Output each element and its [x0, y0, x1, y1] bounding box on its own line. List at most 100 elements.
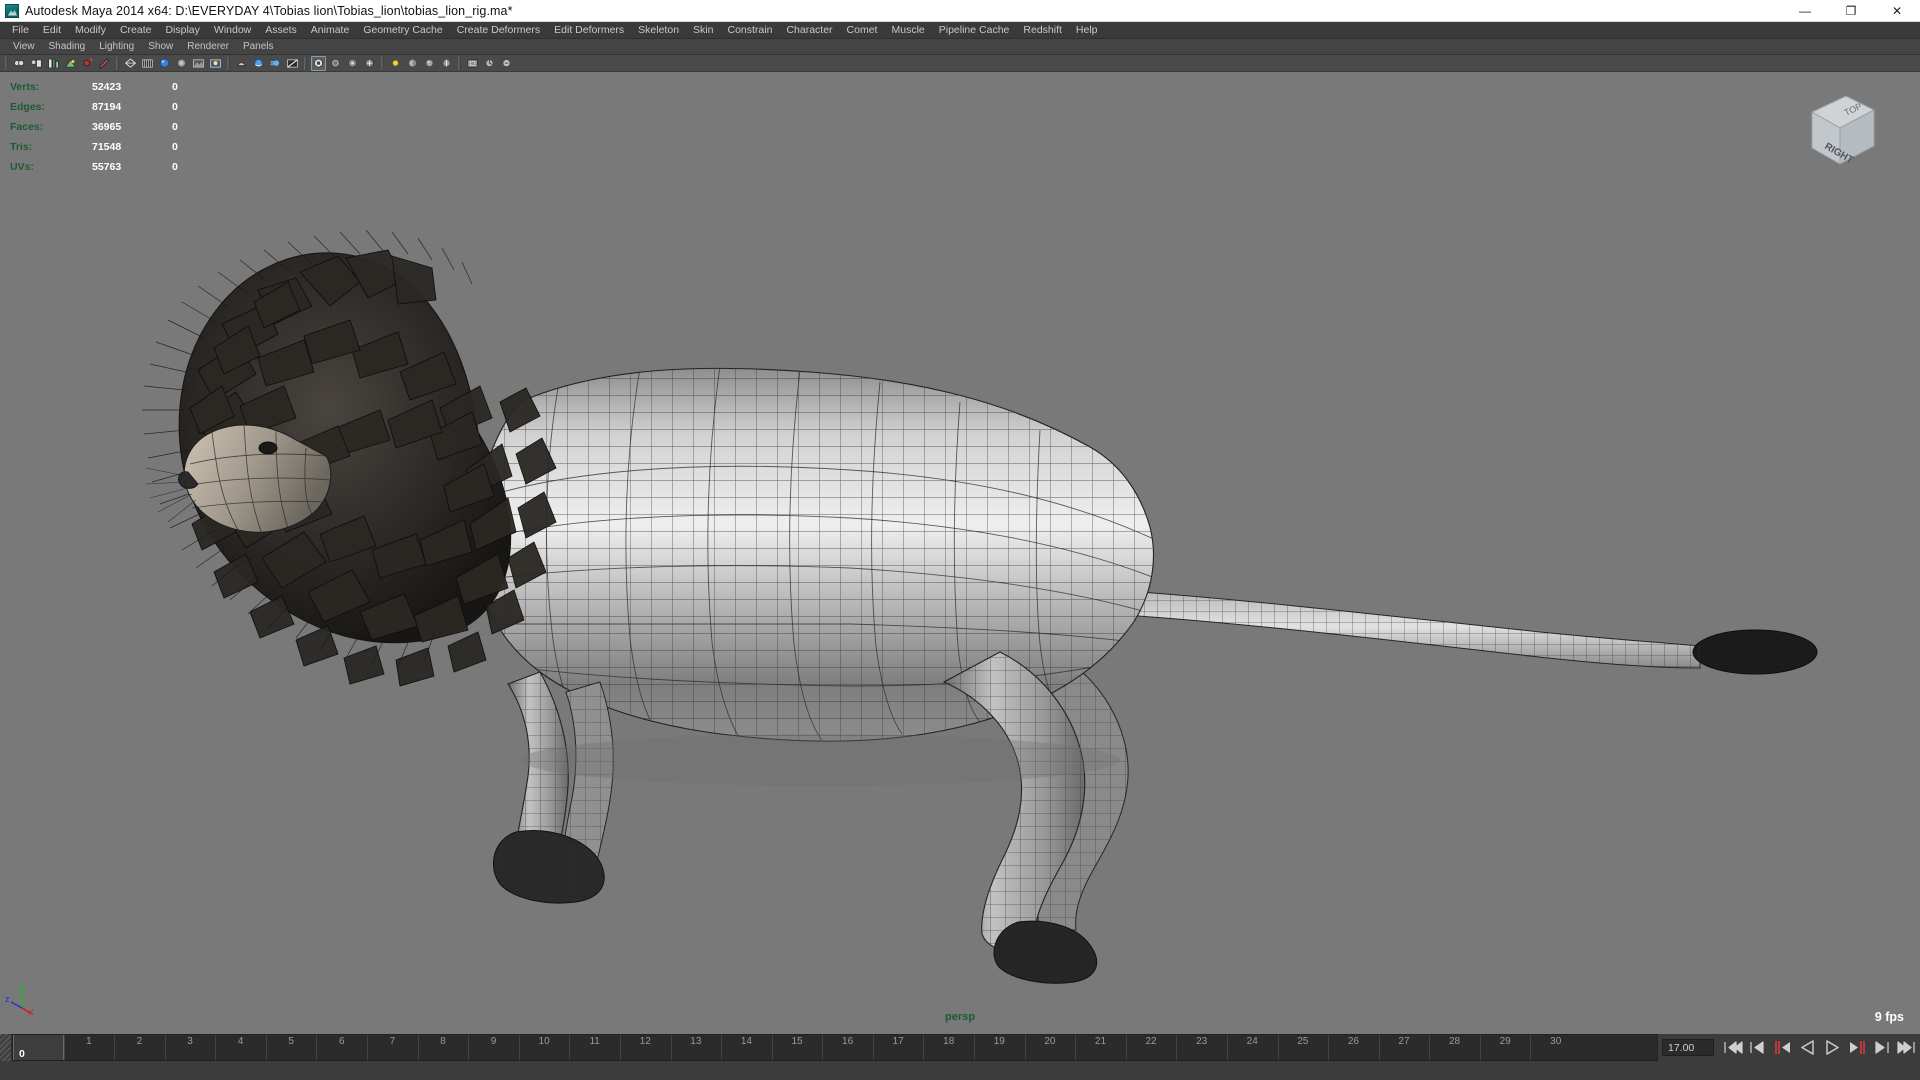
timeline-frame-number: 30 — [1550, 1036, 1561, 1047]
exposure-icon[interactable] — [388, 56, 403, 71]
timeline-tick — [519, 1035, 520, 1061]
menu-item-display[interactable]: Display — [158, 22, 206, 39]
time-slider-grip[interactable] — [0, 1034, 12, 1061]
timeline-tick — [1429, 1035, 1430, 1061]
go-to-end-button[interactable] — [1896, 1038, 1919, 1057]
menu-item-skin[interactable]: Skin — [686, 22, 720, 39]
select-camera-icon[interactable] — [12, 56, 27, 71]
menu-item-file[interactable]: File — [5, 22, 36, 39]
timeline-frame-number: 16 — [842, 1036, 853, 1047]
panel-menu-bar: ViewShadingLightingShowRendererPanels — [0, 39, 1920, 55]
color-management-icon[interactable] — [439, 56, 454, 71]
time-slider[interactable]: 0123456789101112131415161718192021222324… — [12, 1034, 1658, 1061]
play-forwards-button[interactable] — [1821, 1038, 1844, 1057]
timeline-frame-number: 17 — [893, 1036, 904, 1047]
menu-item-edit-deformers[interactable]: Edit Deformers — [547, 22, 631, 39]
fps-indicator: 9 fps — [1875, 1010, 1904, 1024]
bookmark-icon[interactable] — [46, 56, 61, 71]
timeline-frame-number: 13 — [690, 1036, 701, 1047]
timeline-frame-number: 2 — [137, 1036, 143, 1047]
shadows-icon[interactable] — [234, 56, 249, 71]
step-forward-key-button[interactable] — [1846, 1038, 1869, 1057]
menu-item-create[interactable]: Create — [113, 22, 159, 39]
gamma-icon[interactable] — [405, 56, 420, 71]
step-back-frame-button[interactable] — [1746, 1038, 1769, 1057]
ipr-render-icon[interactable] — [482, 56, 497, 71]
menu-item-modify[interactable]: Modify — [68, 22, 113, 39]
menu-item-constrain[interactable]: Constrain — [720, 22, 779, 39]
multisample-aa-icon[interactable] — [285, 56, 300, 71]
smooth-shade-all-icon[interactable] — [140, 56, 155, 71]
camera-attributes-icon[interactable] — [29, 56, 44, 71]
poly-count-row: Tris:715480 — [10, 137, 227, 157]
timeline-tick — [114, 1035, 115, 1061]
timeline-frame-number: 29 — [1500, 1036, 1511, 1047]
screen-space-ao-icon[interactable] — [251, 56, 266, 71]
timeline-frame-number: 24 — [1247, 1036, 1258, 1047]
title-bar: Autodesk Maya 2014 x64: D:\EVERYDAY 4\To… — [0, 0, 1920, 22]
menu-item-comet[interactable]: Comet — [840, 22, 885, 39]
xray-active-components-icon[interactable] — [362, 56, 377, 71]
wireframe-shading-icon[interactable] — [123, 56, 138, 71]
go-to-start-button[interactable] — [1721, 1038, 1744, 1057]
close-button[interactable]: ✕ — [1874, 0, 1920, 22]
poly-count-selected: 0 — [172, 117, 227, 137]
svg-text:y: y — [20, 982, 25, 992]
step-back-key-button[interactable] — [1771, 1038, 1794, 1057]
menu-item-skeleton[interactable]: Skeleton — [631, 22, 686, 39]
menu-item-muscle[interactable]: Muscle — [884, 22, 931, 39]
panel-menu-item-view[interactable]: View — [6, 39, 42, 55]
flat-shade-icon[interactable] — [174, 56, 189, 71]
timeline-frame-number: 14 — [741, 1036, 752, 1047]
panel-menu-item-lighting[interactable]: Lighting — [92, 39, 141, 55]
panel-menu-item-shading[interactable]: Shading — [42, 39, 93, 55]
two-d-pan-zoom-icon[interactable] — [80, 56, 95, 71]
time-slider-row: 0123456789101112131415161718192021222324… — [0, 1034, 1920, 1061]
xray-joints-icon[interactable] — [345, 56, 360, 71]
toolbar-separator — [458, 57, 461, 70]
texture-display-icon[interactable] — [191, 56, 206, 71]
panel-menu-item-renderer[interactable]: Renderer — [180, 39, 236, 55]
panel-menu-item-show[interactable]: Show — [141, 39, 180, 55]
menu-item-animate[interactable]: Animate — [304, 22, 357, 39]
isolate-select-icon[interactable] — [311, 56, 326, 71]
menu-item-character[interactable]: Character — [779, 22, 839, 39]
lion-mesh-wireframe[interactable] — [0, 72, 1920, 1034]
menu-item-pipeline-cache[interactable]: Pipeline Cache — [932, 22, 1017, 39]
timeline-frame-number: 20 — [1044, 1036, 1055, 1047]
menu-item-window[interactable]: Window — [207, 22, 258, 39]
lighting-display-icon[interactable] — [208, 56, 223, 71]
menu-item-create-deformers[interactable]: Create Deformers — [450, 22, 547, 39]
render-region-icon[interactable] — [465, 56, 480, 71]
menu-item-help[interactable]: Help — [1069, 22, 1105, 39]
poly-count-total: 55763 — [92, 157, 172, 177]
grease-pencil-icon[interactable] — [97, 56, 112, 71]
render-settings-icon[interactable] — [499, 56, 514, 71]
smooth-shade-selected-icon[interactable] — [157, 56, 172, 71]
xray-display-icon[interactable] — [328, 56, 343, 71]
menu-item-redshift[interactable]: Redshift — [1016, 22, 1069, 39]
view-transform-icon[interactable] — [422, 56, 437, 71]
step-forward-frame-button[interactable] — [1871, 1038, 1894, 1057]
timeline-current-frame-label: 0 — [19, 1048, 25, 1060]
timeline-frame-number: 22 — [1146, 1036, 1157, 1047]
image-plane-icon[interactable] — [63, 56, 78, 71]
view-cube[interactable]: TOP RIGHT — [1790, 90, 1878, 168]
current-frame-field[interactable]: 17.00 — [1662, 1039, 1714, 1056]
timeline-tick — [1176, 1035, 1177, 1061]
minimize-button[interactable]: — — [1782, 0, 1828, 22]
poly-count-row: Edges:871940 — [10, 97, 227, 117]
panel-menu-item-panels[interactable]: Panels — [236, 39, 281, 55]
poly-count-label: UVs: — [10, 157, 92, 177]
menu-item-geometry-cache[interactable]: Geometry Cache — [356, 22, 449, 39]
viewport-panel[interactable]: Verts:524230Edges:871940Faces:369650Tris… — [0, 72, 1920, 1034]
toolbar-separator — [5, 57, 8, 70]
svg-text:z: z — [5, 994, 10, 1004]
menu-item-assets[interactable]: Assets — [258, 22, 304, 39]
timeline-frame-number: 6 — [339, 1036, 345, 1047]
poly-count-total: 87194 — [92, 97, 172, 117]
play-backwards-button[interactable] — [1796, 1038, 1819, 1057]
maximize-button[interactable]: ❐ — [1828, 0, 1874, 22]
menu-item-edit[interactable]: Edit — [36, 22, 68, 39]
motion-blur-icon[interactable] — [268, 56, 283, 71]
